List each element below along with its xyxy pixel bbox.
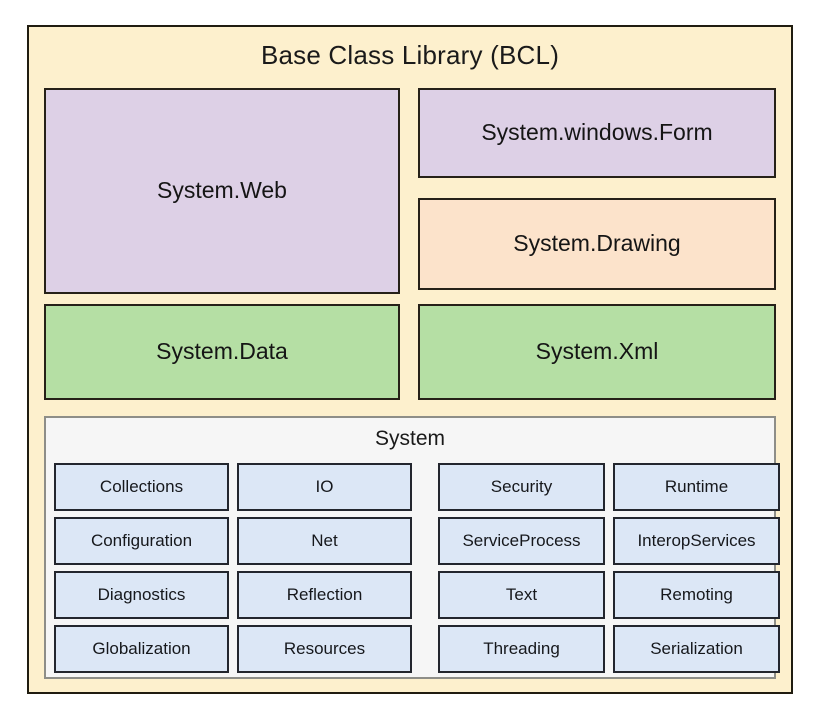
namespace-cell: IO [237,463,412,511]
namespace-cell: Collections [54,463,229,511]
module-box-system-xml: System.Xml [418,304,776,400]
namespace-cell: Runtime [613,463,780,511]
namespace-cell: Net [237,517,412,565]
module-box-system-web: System.Web [44,88,400,294]
system-namespace-grid: Collections IO Security Runtime Configuratio… [54,463,780,673]
namespace-cell: Resources [237,625,412,673]
module-label-system-web: System.Web [157,177,287,204]
namespace-cell: Security [438,463,605,511]
namespace-cell: Threading [438,625,605,673]
namespace-cell: Configuration [54,517,229,565]
namespace-cell: Diagnostics [54,571,229,619]
module-label-system-windows-form: System.windows.Form [481,119,713,146]
system-namespace-panel: System Collections IO Security Runtime Confi… [44,416,780,679]
namespace-cell: ServiceProcess [438,517,605,565]
namespace-cell: Text [438,571,605,619]
module-box-system-windows-form: System.windows.Form [418,88,776,178]
module-label-system-xml: System.Xml [535,338,659,365]
system-panel-title: System [374,427,445,450]
module-label-system-drawing: System.Drawing [513,230,681,257]
namespace-cell: Serialization [613,625,780,673]
module-box-system-drawing: System.Drawing [418,198,776,290]
namespace-cell: Reflection [237,571,412,619]
namespace-cell: Globalization [54,625,229,673]
module-label-system-data: System.Data [156,338,288,365]
bcl-container: Base Class Library (BCL) System.Web Syst… [27,25,793,694]
namespace-cell: Remoting [613,571,780,619]
module-box-system-data: System.Data [44,304,400,400]
diagram-title: Base Class Library (BCL) [260,40,560,70]
namespace-cell: InteropServices [613,517,780,565]
